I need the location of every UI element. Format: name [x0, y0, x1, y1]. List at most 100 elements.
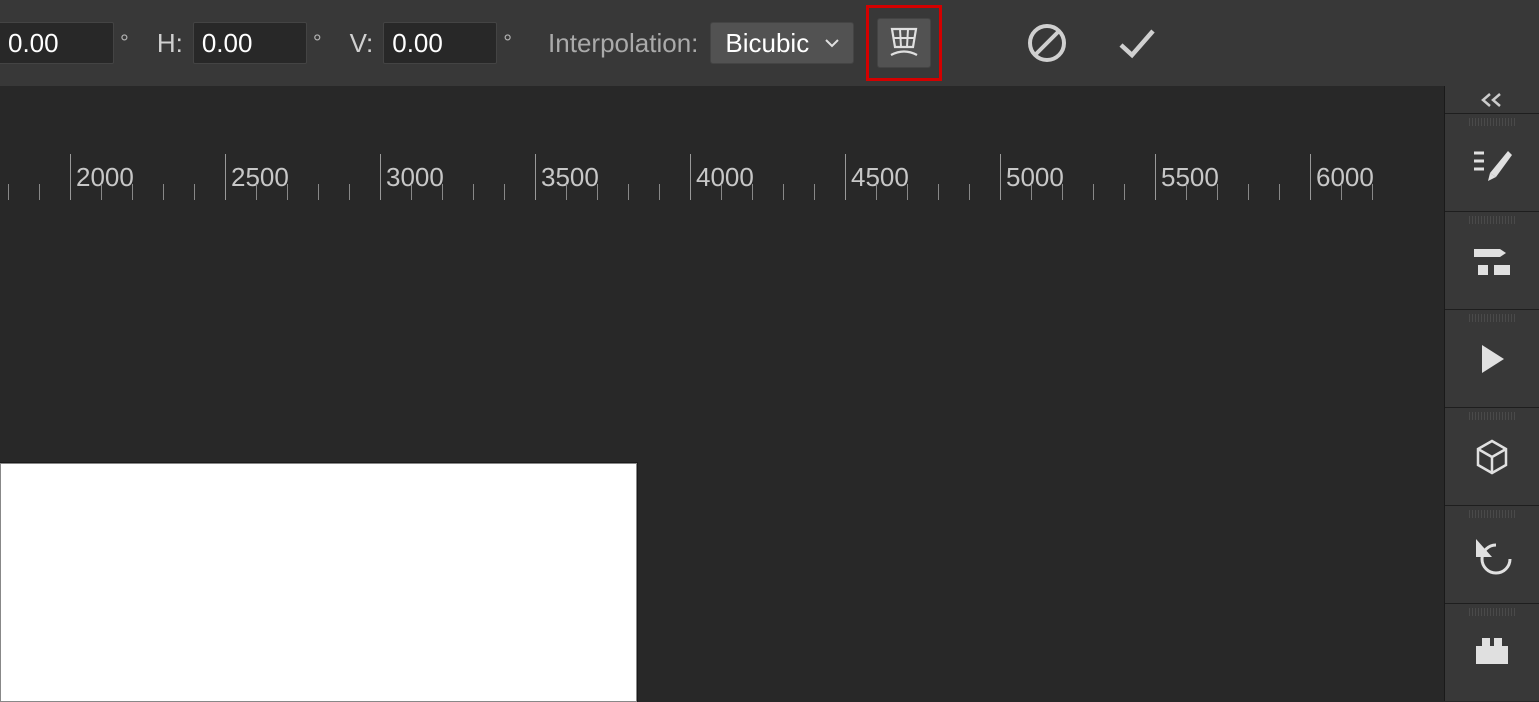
ruler-tick-minor [628, 184, 629, 200]
ruler-tick-major [690, 154, 691, 200]
cube-icon [1472, 437, 1512, 477]
ruler-tick-label: 3000 [386, 162, 444, 193]
ruler-tick-minor [1093, 184, 1094, 200]
ruler-tick-major [535, 154, 536, 200]
interpolation-label: Interpolation: [548, 28, 698, 59]
ruler-tick-minor [256, 184, 257, 200]
ruler-tick-minor [1031, 184, 1032, 200]
panel-3d[interactable] [1445, 408, 1539, 505]
grip-icon [1469, 510, 1515, 518]
ruler-tick-major [380, 154, 381, 200]
libraries-icon [1472, 636, 1512, 668]
ruler-tick-label: 4000 [696, 162, 754, 193]
grip-icon [1469, 216, 1515, 224]
v-skew-group: V: ° [350, 22, 526, 64]
ruler-tick-minor [101, 184, 102, 200]
ruler-tick-minor [659, 184, 660, 200]
cancel-button[interactable] [1022, 18, 1072, 68]
chevron-down-icon [823, 34, 841, 52]
highlight-annotation [866, 5, 942, 81]
ruler-tick-major [1000, 154, 1001, 200]
panel-brush-settings[interactable] [1445, 212, 1539, 309]
play-icon [1474, 341, 1510, 377]
ruler-tick-label: 2000 [76, 162, 134, 193]
ruler-tick-major [845, 154, 846, 200]
warp-mode-button[interactable] [877, 18, 931, 68]
ruler-tick-minor [504, 184, 505, 200]
v-label: V: [350, 28, 374, 59]
ruler-tick-minor [814, 184, 815, 200]
history-icon [1470, 535, 1514, 575]
confirm-actions [1022, 18, 1162, 68]
ruler-tick-label: 5500 [1161, 162, 1219, 193]
brush-settings-icon [1468, 243, 1516, 279]
v-skew-input[interactable] [383, 22, 497, 64]
checkmark-icon [1113, 19, 1161, 67]
ruler-tick-minor [752, 184, 753, 200]
ruler-tick-minor [597, 184, 598, 200]
panel-brushes[interactable] [1445, 114, 1539, 211]
ruler-tick-minor [1124, 184, 1125, 200]
ruler-tick-major [225, 154, 226, 200]
ruler-tick-minor [287, 184, 288, 200]
degree-symbol: ° [313, 30, 322, 56]
ruler-tick-minor [132, 184, 133, 200]
ruler-tick-minor [8, 184, 9, 200]
ruler-tick-minor [1279, 184, 1280, 200]
options-bar: ° H: ° V: ° Interpolation: Bicubic [0, 0, 1539, 86]
ruler-tick-label: 4500 [851, 162, 909, 193]
ruler-tick-major [1155, 154, 1156, 200]
ruler-tick-minor [473, 184, 474, 200]
ruler-tick-minor [721, 184, 722, 200]
double-chevron-left-icon [1478, 92, 1506, 108]
brushes-icon [1468, 143, 1516, 183]
ruler-tick-minor [1248, 184, 1249, 200]
ruler-tick-minor [411, 184, 412, 200]
panel-history[interactable] [1445, 506, 1539, 603]
ruler-tick-minor [907, 184, 908, 200]
ruler-tick-minor [938, 184, 939, 200]
ruler-tick-minor [1372, 184, 1373, 200]
rotation-group: ° [0, 22, 143, 64]
h-skew-input[interactable] [193, 22, 307, 64]
panel-libraries[interactable] [1445, 604, 1539, 701]
right-panel-toolbar [1444, 86, 1539, 701]
interpolation-value: Bicubic [725, 28, 809, 59]
horizontal-ruler: 2000 2500 3000 3500 4000 4500 5000 5500 6000 [0, 154, 1394, 206]
ruler-tick-minor [1062, 184, 1063, 200]
grip-icon [1469, 314, 1515, 322]
h-skew-group: H: ° [157, 22, 336, 64]
panel-actions[interactable] [1445, 310, 1539, 407]
ruler-tick-minor [783, 184, 784, 200]
warp-icon [884, 23, 924, 63]
ruler-tick-minor [1186, 184, 1187, 200]
ruler-tick-minor [318, 184, 319, 200]
ruler-tick-label: 2500 [231, 162, 289, 193]
ruler-tick-major [70, 154, 71, 200]
ruler-tick-minor [349, 184, 350, 200]
ruler-tick-label: 6000 [1316, 162, 1374, 193]
ruler-tick-minor [1217, 184, 1218, 200]
ruler-tick-minor [876, 184, 877, 200]
ruler-tick-minor [442, 184, 443, 200]
collapse-panels-button[interactable] [1445, 86, 1539, 113]
ruler-tick-minor [969, 184, 970, 200]
rotation-input[interactable] [0, 22, 114, 64]
artboard[interactable] [0, 463, 637, 702]
ruler-tick-label: 5000 [1006, 162, 1064, 193]
canvas-area[interactable]: 2000 2500 3000 3500 4000 4500 5000 5500 6000 [0, 86, 1444, 701]
grip-icon [1469, 118, 1515, 126]
ruler-tick-minor [194, 184, 195, 200]
ruler-tick-minor [163, 184, 164, 200]
degree-symbol: ° [503, 30, 512, 56]
ruler-tick-label: 3500 [541, 162, 599, 193]
cancel-icon [1025, 21, 1069, 65]
ruler-tick-minor [1341, 184, 1342, 200]
ruler-tick-minor [566, 184, 567, 200]
commit-button[interactable] [1112, 18, 1162, 68]
grip-icon [1469, 412, 1515, 420]
h-label: H: [157, 28, 183, 59]
interpolation-dropdown[interactable]: Bicubic [710, 22, 854, 64]
grip-icon [1469, 608, 1515, 616]
ruler-tick-minor [39, 184, 40, 200]
